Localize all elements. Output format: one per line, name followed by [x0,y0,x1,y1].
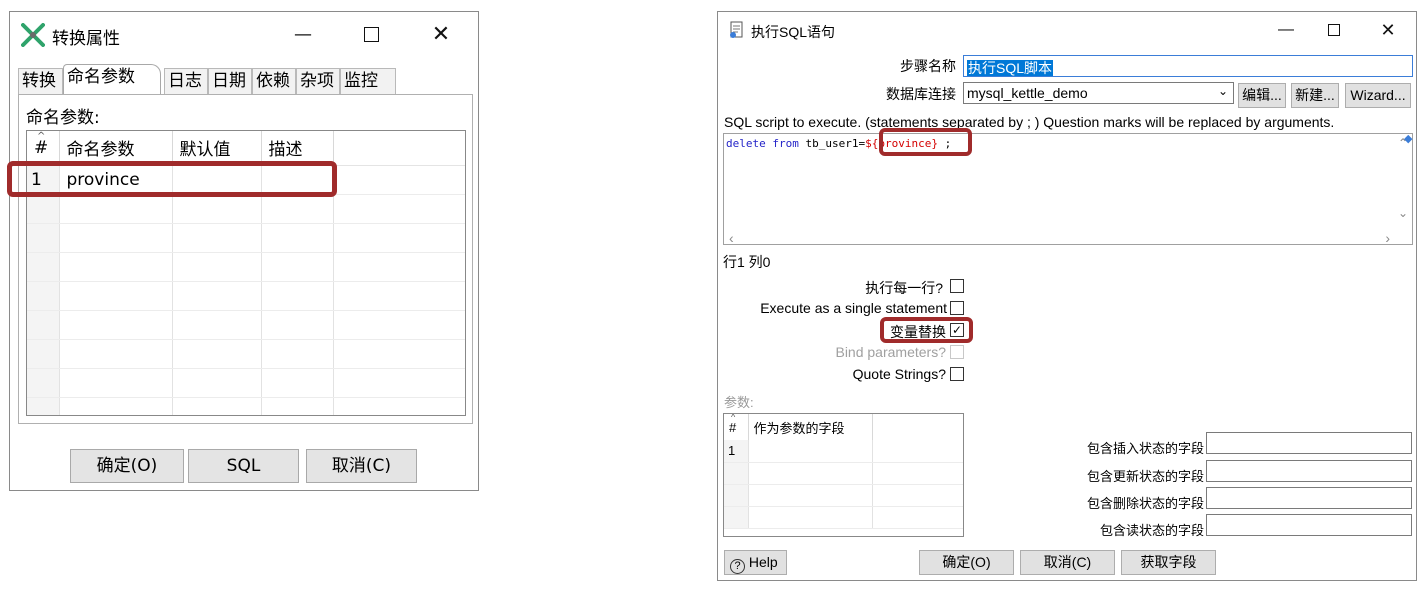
table-row[interactable] [724,506,963,529]
highlight-box-variable-substitution [880,317,973,343]
sql-hint-label: SQL script to execute. (statements separ… [724,114,1335,130]
sql-button[interactable]: SQL [188,449,299,483]
transformation-properties-dialog: 转换属性 — ✕ 转换 命名参数 日志 日期 依赖 杂项 监控 命名参数: ^ #… [9,11,479,491]
table-row[interactable] [27,281,465,311]
step-name-selected-text: 执行SQL脚本 [967,60,1054,76]
tab-monitoring[interactable]: 监控 [340,68,396,94]
column-header-filler [333,131,465,166]
option-execute-each-row-label: 执行每一行? [865,280,943,296]
tab-log[interactable]: 日志 [164,68,208,94]
help-icon: ? [730,559,745,574]
sort-caret-icon: ^ [731,413,736,422]
read-status-field-input[interactable] [1206,514,1412,536]
cancel-button[interactable]: 取消(C) [1020,550,1115,575]
column-header-num[interactable]: ^ # [724,413,749,440]
execute-each-row-checkbox[interactable] [950,279,964,293]
get-fields-button[interactable]: 获取字段 [1121,550,1216,575]
db-connection-select[interactable]: mysql_kettle_demo ⌄ [963,82,1234,104]
table-row[interactable] [27,397,465,415]
cancel-button[interactable]: 取消(C) [306,449,417,483]
cell-filler [333,165,465,195]
db-connection-label: 数据库连接 [886,86,956,102]
variable-diamond-icon: ◆ [1404,133,1413,145]
wizard-button[interactable]: Wizard... [1345,83,1411,108]
new-connection-button[interactable]: 新建... [1291,83,1339,108]
step-name-input[interactable]: 执行SQL脚本 [963,55,1413,77]
close-icon[interactable]: ✕ [1372,16,1404,44]
delete-status-field-input[interactable] [1206,487,1412,509]
help-button[interactable]: ? Help [724,550,787,575]
minimize-icon[interactable]: — [287,20,319,48]
highlight-box-province-row [7,161,337,197]
tab-date[interactable]: 日期 [208,68,252,94]
params-label: 参数: [724,395,754,410]
table-row[interactable] [27,368,465,398]
insert-status-field-label: 包含插入状态的字段 [1086,441,1204,456]
sql-editor[interactable]: delete from tb_user1=${province} ; ⌃ ⌄ ‹… [723,133,1413,246]
table-header-row: ^ # 作为参数的字段 [724,413,963,440]
kettle-transform-icon [21,23,45,47]
params-table[interactable]: ^ # 作为参数的字段 1 [723,413,964,537]
read-status-field-label: 包含读状态的字段 [1099,523,1204,538]
table-header-row: ^ # 命名参数 默认值 描述 [27,131,465,166]
option-quote-strings-label: Quote Strings? [852,366,946,382]
table-row[interactable] [27,339,465,369]
update-status-field-input[interactable] [1206,460,1412,482]
column-header-num[interactable]: ^ # [27,131,60,166]
maximize-icon[interactable] [355,20,387,48]
minimize-icon[interactable]: — [1270,16,1302,44]
column-header-description[interactable]: 描述 [261,131,334,166]
scroll-down-icon[interactable]: ⌄ [1398,206,1408,220]
sql-script-icon [730,21,743,38]
cursor-position: 行1 列0 [723,254,771,270]
single-statement-checkbox[interactable] [950,301,964,315]
panel-label: 命名参数: [26,108,100,128]
table-row[interactable] [27,252,465,282]
table-row[interactable] [27,194,465,224]
option-single-statement-label: Execute as a single statement [760,300,947,316]
column-header-default[interactable]: 默认值 [172,131,262,166]
tab-strip: 转换 命名参数 日志 日期 依赖 杂项 监控 [18,64,473,94]
table-row[interactable] [27,223,465,253]
named-parameters-panel: 命名参数: ^ # 命名参数 默认值 描述 1 province [18,94,473,424]
highlight-box-variable [879,128,972,156]
chevron-down-icon: ⌄ [1217,84,1228,98]
title-bar: 转换属性 — ✕ [10,12,478,56]
column-header-param-name[interactable]: 命名参数 [59,131,173,166]
scroll-right-icon[interactable]: › [1385,230,1390,246]
option-bind-parameters-label: Bind parameters? [835,344,946,360]
table-row[interactable] [724,484,963,507]
execute-sql-dialog: 执行SQL语句 — ✕ 步骤名称 执行SQL脚本 数据库连接 mysql_ket… [717,11,1417,581]
sort-caret-icon: ^ [37,131,46,142]
dialog-title: 转换属性 [52,29,120,49]
tab-named-parameters[interactable]: 命名参数 [63,64,161,94]
tab-dependencies[interactable]: 依赖 [252,68,296,94]
update-status-field-label: 包含更新状态的字段 [1086,469,1204,484]
table-row[interactable] [27,310,465,340]
row-number: 1 [724,440,749,463]
dialog-title: 执行SQL语句 [751,24,836,40]
ok-button[interactable]: 确定(O) [919,550,1014,575]
quote-strings-checkbox[interactable] [950,367,964,381]
ok-button[interactable]: 确定(O) [70,449,184,483]
cell-field[interactable] [748,440,873,463]
maximize-icon[interactable] [1318,16,1350,44]
close-icon[interactable]: ✕ [425,20,457,48]
insert-status-field-input[interactable] [1206,432,1412,454]
table-row[interactable]: 1 [724,440,963,463]
column-header-field[interactable]: 作为参数的字段 [748,414,873,440]
tab-transform[interactable]: 转换 [18,68,63,94]
edit-connection-button[interactable]: 编辑... [1238,83,1286,108]
delete-status-field-label: 包含删除状态的字段 [1086,496,1204,511]
step-name-label: 步骤名称 [900,58,956,74]
tab-misc[interactable]: 杂项 [296,68,340,94]
table-row[interactable] [724,462,963,485]
scroll-left-icon[interactable]: ‹ [729,230,734,246]
bind-parameters-checkbox [950,345,964,359]
